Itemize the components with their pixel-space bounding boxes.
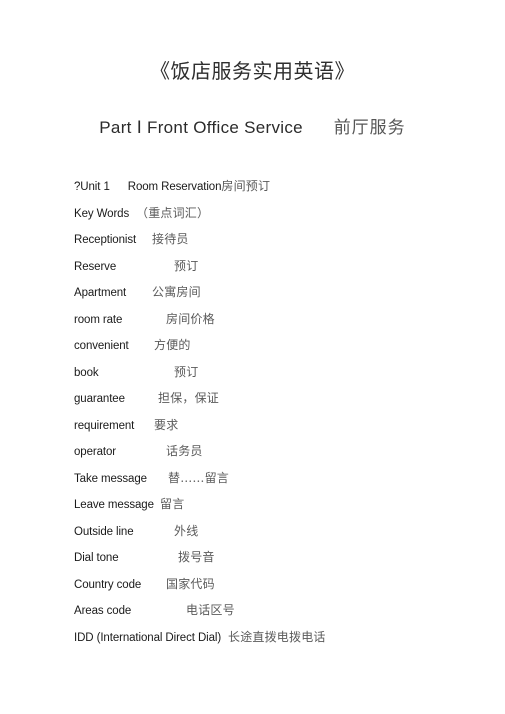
unit-heading-row: ?Unit 1 Room Reservation房间预订 xyxy=(74,173,484,200)
vocabulary-term: Apartment xyxy=(74,287,127,299)
vocabulary-row: Areas code 电话区号 xyxy=(74,597,484,624)
vocabulary-row: book 预订 xyxy=(74,359,484,386)
vocabulary-term: operator xyxy=(74,446,117,458)
vocabulary-gloss: 国家代码 xyxy=(166,576,215,591)
part-heading-english: Part Ⅰ Front Office Service xyxy=(99,118,303,137)
vocabulary-gloss: 长途直拨电拨电话 xyxy=(228,629,326,644)
vocabulary-row: Country code 国家代码 xyxy=(74,571,484,598)
vocabulary-row: convenient 方便的 xyxy=(74,332,484,359)
vocabulary-row: requirement 要求 xyxy=(74,412,484,439)
vocabulary-gloss: 担保，保证 xyxy=(158,391,220,405)
part-heading-chinese: 前厅服务 xyxy=(333,118,406,138)
vocabulary-term: Outside line xyxy=(74,525,134,538)
vocabulary-list: ?Unit 1 Room Reservation房间预订 Key Words （重点… xyxy=(74,173,484,650)
vocabulary-row: Outside line 外线 xyxy=(74,518,484,545)
part-heading: Part Ⅰ Front Office Service 前厅服务 xyxy=(0,116,505,140)
vocabulary-term: Reserve xyxy=(74,260,117,273)
vocabulary-gloss: 预订 xyxy=(174,364,199,379)
vocabulary-gloss: 外线 xyxy=(174,523,199,538)
unit-topic-chinese: 房间预订 xyxy=(221,179,271,193)
vocabulary-term: room rate xyxy=(74,313,123,326)
section-label-chinese: （重点词汇） xyxy=(136,205,210,220)
vocabulary-gloss: 方便的 xyxy=(154,338,191,352)
vocabulary-row: room rate 房间价格 xyxy=(74,306,484,333)
document-title: 《饭店服务实用英语》 xyxy=(150,59,355,83)
vocabulary-term: Take message xyxy=(74,472,147,485)
vocabulary-row: Apartment 公寓房间 xyxy=(74,279,484,306)
vocabulary-row: Receptionist 接待员 xyxy=(74,226,484,253)
unit-heading: ?Unit 1 Room Reservation xyxy=(74,174,221,201)
vocabulary-gloss: 电话区号 xyxy=(186,603,235,617)
vocabulary-term: book xyxy=(74,366,99,379)
vocabulary-gloss: 留言 xyxy=(160,497,185,511)
vocabulary-row: Dial tone 拨号音 xyxy=(74,544,484,571)
vocabulary-term: Receptionist xyxy=(74,234,137,246)
vocabulary-gloss: 预订 xyxy=(174,258,199,273)
section-label-english: Key Words xyxy=(74,207,130,220)
vocabulary-term: Country code xyxy=(74,578,142,591)
vocabulary-row: guarantee 担保，保证 xyxy=(74,385,484,412)
vocabulary-term: Dial tone xyxy=(74,552,119,564)
vocabulary-term: requirement xyxy=(74,419,135,432)
vocabulary-row: operator 话务员 xyxy=(74,438,484,465)
unit-topic-english: Room Reservation xyxy=(127,181,222,193)
vocabulary-term: Areas code xyxy=(74,605,132,617)
vocabulary-gloss: 要求 xyxy=(154,417,179,432)
vocabulary-gloss: 公寓房间 xyxy=(152,285,201,299)
document-page: 《饭店服务实用英语》 Part Ⅰ Front Office Service 前… xyxy=(0,0,505,714)
vocabulary-row: Reserve 预订 xyxy=(74,253,484,280)
vocabulary-term: IDD (International Direct Dial) xyxy=(74,631,222,644)
vocabulary-gloss: 替……留言 xyxy=(168,470,230,485)
vocabulary-gloss: 接待员 xyxy=(152,232,189,246)
vocabulary-row: Take message 替……留言 xyxy=(74,465,484,492)
vocabulary-gloss: 话务员 xyxy=(166,444,203,458)
vocabulary-row: IDD (International Direct Dial) 长途直拨电拨电话 xyxy=(74,624,484,651)
section-heading-row: Key Words （重点词汇） xyxy=(74,200,484,227)
unit-label: Unit 1 xyxy=(80,181,110,193)
vocabulary-term: Leave message xyxy=(74,499,154,511)
vocabulary-term: guarantee xyxy=(74,393,125,405)
vocabulary-row: Leave message 留言 xyxy=(74,491,484,518)
vocabulary-gloss: 房间价格 xyxy=(166,311,215,326)
vocabulary-term: convenient xyxy=(74,340,129,352)
vocabulary-gloss: 拨号音 xyxy=(178,550,215,564)
